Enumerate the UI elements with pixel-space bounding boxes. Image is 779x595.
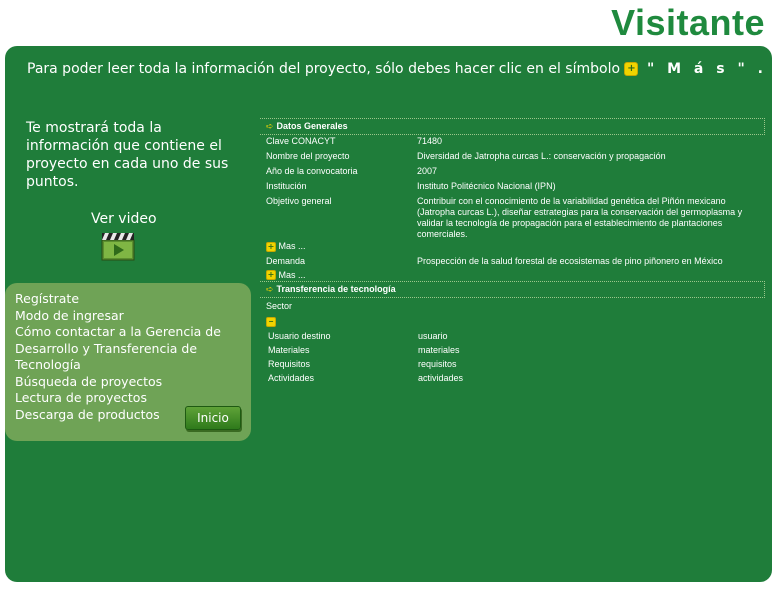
datos-generales-header[interactable]: ➪ Datos Generales — [260, 118, 765, 135]
mas-link[interactable]: + Mas ... — [260, 270, 765, 281]
detail-value: Prospección de la salud forestal de ecos… — [417, 255, 723, 266]
plus-icon: + — [266, 270, 276, 281]
menu-item-lectura[interactable]: Lectura de proyectos — [15, 390, 251, 407]
detail-key: Año de la convocatoria — [266, 166, 358, 176]
detail-key: Demanda — [266, 255, 306, 266]
datos-generales-title: Datos Generales — [276, 121, 348, 131]
mas-label: " M á s " . — [646, 61, 767, 77]
detail-value: 71480 — [417, 136, 443, 146]
detail-row: Institución Instituto Politécnico Nacion… — [260, 180, 765, 195]
minus-icon[interactable]: − — [266, 317, 276, 328]
menu-item-contactar[interactable]: Cómo contactar a la Gerencia de Desarrol… — [15, 324, 251, 374]
plus-icon: + — [266, 241, 276, 252]
mas-link[interactable]: + Mas ... — [260, 239, 765, 252]
instruction-line: Para poder leer toda la información del … — [27, 61, 767, 77]
sector-label: Sector — [266, 301, 293, 312]
transfer-key: Actividades — [268, 373, 315, 384]
detail-value: Instituto Politécnico Nacional (IPN) — [417, 181, 556, 191]
transferencia-header[interactable]: ➪ Transferencia de tecnología — [260, 281, 765, 299]
mas-link-label: Mas ... — [278, 241, 306, 251]
project-detail: ➪ Datos Generales Clave CONACYT 71480 Nom… — [260, 118, 765, 385]
detail-key: Institución — [266, 181, 307, 191]
instruction-text: Para poder leer toda la información del … — [27, 61, 621, 77]
transfer-key: Requisitos — [268, 359, 311, 370]
page-title: Visitante — [611, 2, 765, 43]
navigation-menu: Regístrate Modo de ingresar Cómo contact… — [5, 283, 251, 441]
transfer-row: Materiales materiales — [260, 343, 765, 357]
collapse-toggle[interactable]: − — [260, 314, 765, 328]
arrow-right-icon: ➪ — [266, 121, 274, 131]
transfer-value: materiales — [418, 345, 460, 356]
detail-value: 2007 — [417, 166, 438, 176]
main-panel: Para poder leer toda la información del … — [5, 46, 772, 582]
transfer-key: Materiales — [268, 345, 310, 356]
plus-icon: + — [624, 62, 639, 76]
menu-item-modo-ingresar[interactable]: Modo de ingresar — [15, 308, 251, 325]
detail-key: Nombre del proyecto — [266, 151, 350, 161]
transfer-row: Usuario destino usuario — [260, 327, 765, 343]
transfer-value: requisitos — [418, 359, 457, 370]
detail-value: Contribuir con el conocimiento de la var… — [417, 196, 743, 239]
sector-row: Sector — [260, 298, 765, 314]
detail-row: Demanda Prospección de la salud forestal… — [260, 252, 765, 270]
intro-text: Te mostrará toda la información que cont… — [26, 120, 229, 190]
transfer-row: Actividades actividades — [260, 371, 765, 385]
mas-link-label: Mas ... — [278, 269, 306, 280]
transfer-row: Requisitos requisitos — [260, 357, 765, 371]
arrow-right-icon: ➪ — [266, 284, 274, 295]
detail-key: Clave CONACYT — [266, 136, 336, 146]
video-label[interactable]: Ver video — [91, 211, 157, 227]
detail-row: Objetivo general Contribuir con el conoc… — [260, 195, 765, 239]
detail-value: Diversidad de Jatropha curcas L.: conser… — [417, 151, 666, 161]
transfer-value: usuario — [418, 331, 448, 342]
inicio-button[interactable]: Inicio — [185, 406, 241, 430]
transferencia-title: Transferencia de tecnología — [276, 284, 396, 295]
detail-row: Nombre del proyecto Diversidad de Jatrop… — [260, 150, 765, 165]
detail-row: Clave CONACYT 71480 — [260, 135, 765, 150]
detail-row: Año de la convocatoria 2007 — [260, 165, 765, 180]
clapperboard-icon[interactable] — [101, 231, 135, 261]
transfer-key: Usuario destino — [268, 331, 331, 342]
menu-item-registrate[interactable]: Regístrate — [15, 291, 251, 308]
detail-key: Objetivo general — [266, 196, 332, 206]
transfer-value: actividades — [418, 373, 464, 384]
menu-item-busqueda[interactable]: Búsqueda de proyectos — [15, 374, 251, 391]
